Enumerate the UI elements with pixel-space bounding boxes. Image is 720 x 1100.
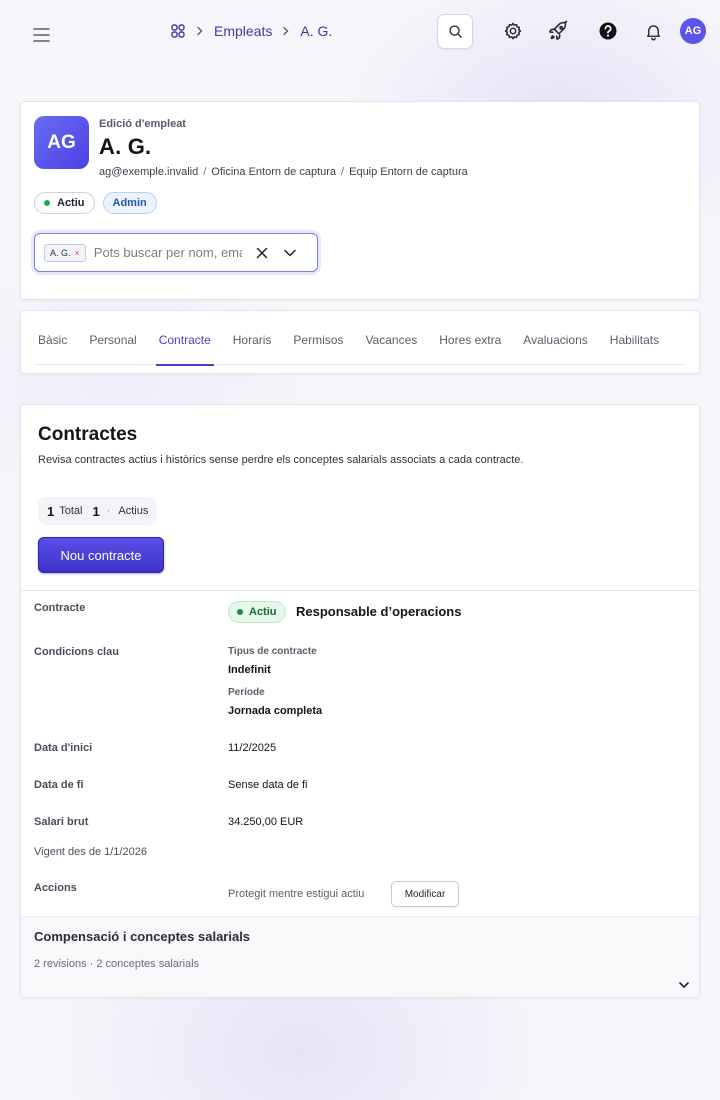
section-description: Revisa contractes actius i històrics sen… — [38, 454, 524, 466]
employee-header-card: AG Edició d'empleat A. G. ag@exemple.inv… — [20, 101, 700, 300]
period-label: Període — [228, 687, 265, 698]
employee-select[interactable]: A. G. × — [34, 233, 318, 272]
employee-email: ag@exemple.invalid — [99, 166, 199, 178]
contract-status-badge: Actiu — [228, 601, 286, 623]
active-count: 1 — [92, 503, 100, 519]
tab-evaluations[interactable]: Avaluacions — [523, 311, 588, 365]
employee-team: Equip Entorn de captura — [349, 166, 468, 178]
employee-meta: ag@exemple.invalid / Oficina Entorn de c… — [99, 166, 468, 178]
search-button[interactable] — [437, 14, 473, 49]
edit-employee-label: Edició d'empleat — [99, 118, 186, 130]
actions-label: Accions — [34, 882, 77, 894]
menu-icon[interactable] — [32, 26, 52, 44]
gross-salary-label: Salari brut — [34, 816, 89, 828]
total-label: Total — [59, 505, 83, 517]
section-title: Contractes — [38, 424, 138, 445]
chevron-right-icon — [195, 26, 205, 36]
top-bar: Empleats A. G. AG — [0, 0, 720, 64]
chevron-down-icon[interactable] — [677, 978, 691, 992]
divider — [21, 590, 699, 591]
total-count: 1 — [47, 503, 55, 519]
chip-remove-icon[interactable]: × — [75, 248, 80, 258]
end-date-label: Data de fi — [34, 779, 84, 791]
bell-icon[interactable] — [642, 20, 664, 42]
period-value: Jornada completa — [228, 705, 323, 717]
tab-leave[interactable]: Permisos — [293, 311, 343, 365]
apps-grid-icon[interactable] — [170, 23, 186, 39]
gross-salary-value: 34.250,00 EUR — [228, 816, 304, 828]
role-badge-label: Admin — [112, 197, 147, 209]
gear-icon[interactable] — [502, 20, 524, 42]
key-conditions-label: Condicions clau — [34, 646, 119, 658]
breadcrumb: Empleats A. G. — [170, 21, 332, 41]
rocket-icon[interactable] — [547, 20, 569, 42]
tabs-card: Bàsic Personal Contracte Horaris Permiso… — [20, 310, 700, 374]
clear-icon[interactable] — [254, 245, 270, 261]
start-date-value: 11/2/2025 — [228, 742, 277, 754]
role-badge: Admin — [102, 192, 157, 214]
tab-bar: Bàsic Personal Contracte Horaris Permiso… — [34, 311, 686, 366]
compensation-section[interactable]: Compensació i conceptes salarials 2 revi… — [21, 916, 699, 997]
active-label: Actius — [118, 505, 149, 517]
chip-label: A. G. — [50, 247, 71, 258]
chevron-down-icon[interactable] — [282, 245, 298, 261]
tab-vacations[interactable]: Vacances — [365, 311, 417, 365]
start-date-label: Data d'inici — [34, 742, 93, 754]
tab-overtime[interactable]: Hores extra — [439, 311, 501, 365]
end-date-value: Sense data de fi — [228, 779, 308, 791]
meta-separator: / — [341, 166, 345, 178]
contract-label: Contracte — [34, 602, 86, 614]
employee-avatar: AG — [34, 116, 89, 169]
employee-search-input[interactable] — [93, 245, 242, 260]
status-dot-icon — [237, 609, 243, 615]
tab-basic[interactable]: Bàsic — [38, 311, 67, 365]
meta-separator: / — [203, 166, 207, 178]
tab-schedules[interactable]: Horaris — [233, 311, 272, 365]
protected-note: Protegit mentre estigui actiu — [228, 888, 365, 900]
contract-counts: 1 Total 1 · Actius — [38, 497, 158, 525]
help-icon[interactable] — [597, 20, 619, 42]
tab-personal[interactable]: Personal — [89, 311, 136, 365]
user-avatar[interactable]: AG — [680, 18, 706, 44]
status-dot-icon — [44, 200, 50, 206]
search-icon — [448, 24, 463, 39]
new-contract-button[interactable]: Nou contracte — [38, 537, 164, 573]
contract-role: Responsable d’operacions — [296, 604, 462, 619]
contracts-card: Contractes Revisa contractes actius i hi… — [20, 404, 700, 998]
compensation-title: Compensació i conceptes salarials — [34, 929, 251, 944]
modify-button[interactable]: Modificar — [391, 881, 459, 907]
compensation-summary: 2 revisions · 2 conceptes salarials — [34, 958, 200, 970]
contract-status-label: Actiu — [249, 606, 277, 618]
employee-badges: Actiu Admin — [34, 192, 157, 214]
count-separator: · — [106, 505, 111, 517]
chevron-right-icon — [281, 26, 291, 36]
breadcrumb-current: A. G. — [300, 23, 333, 39]
employee-office: Oficina Entorn de captura — [211, 166, 337, 178]
selected-employee-chip: A. G. × — [44, 243, 86, 262]
tab-skills[interactable]: Habilitats — [610, 311, 659, 365]
status-badge: Actiu — [34, 192, 95, 214]
contract-type-label: Tipus de contracte — [228, 646, 317, 657]
contract-type-value: Indefinit — [228, 664, 271, 676]
tab-contract[interactable]: Contracte — [155, 311, 214, 366]
breadcrumb-link-employees[interactable]: Empleats — [214, 23, 272, 39]
employee-name: A. G. — [99, 134, 152, 159]
valid-from-text: Vigent des de 1/1/2026 — [34, 846, 147, 858]
status-badge-label: Actiu — [57, 197, 85, 209]
